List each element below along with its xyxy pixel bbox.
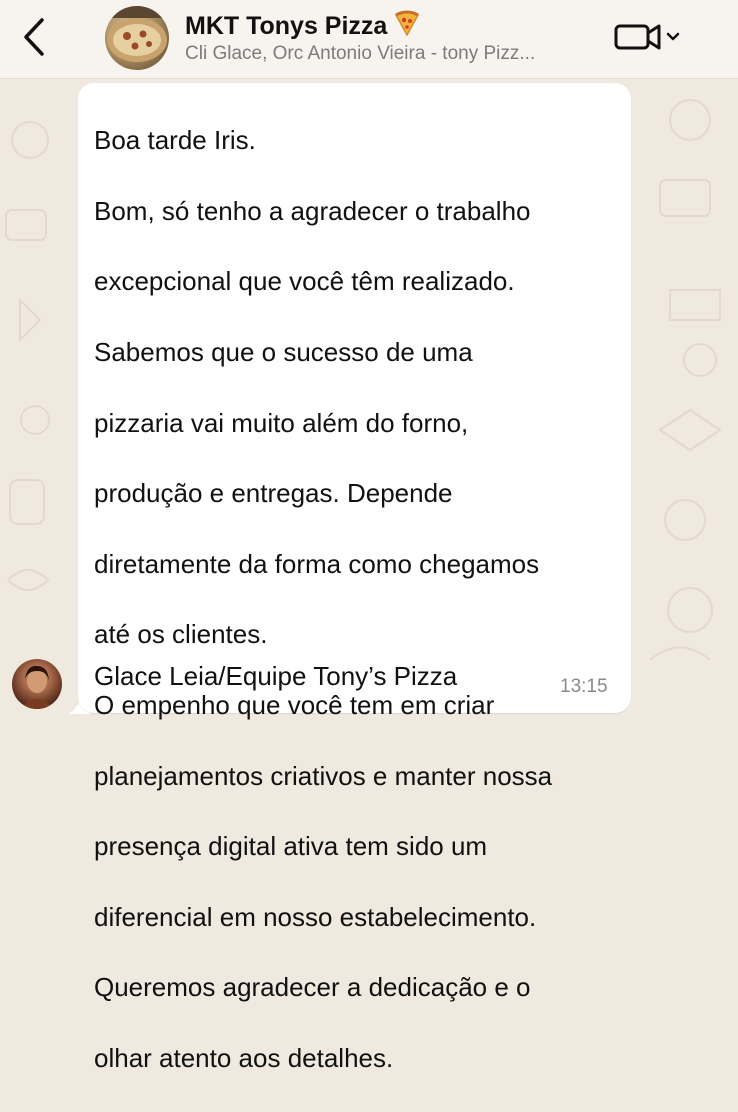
message-line: produção e entregas. Depende: [94, 478, 453, 509]
chevron-down-icon: [666, 32, 680, 41]
message-body: Boa tarde Iris. Bom, só tenho a agradece…: [94, 88, 624, 1112]
message-signature: Glace Leia/Equipe Tony’s Pizza: [94, 661, 458, 691]
message-line: Boa tarde Iris.: [94, 125, 256, 156]
message-line: planejamentos criativos e manter nossa: [94, 760, 553, 791]
message-line: até os clientes.: [94, 619, 268, 650]
pizza-photo-icon: [105, 6, 169, 62]
back-button[interactable]: [18, 14, 50, 60]
chevron-left-icon: [24, 18, 44, 56]
message-line: excepcional que você têm realizado.: [94, 266, 515, 297]
message-time: 13:15: [560, 676, 608, 697]
message-line: diretamente da forma como chegamos: [94, 548, 540, 579]
message-line: diferencial em nosso estabelecimento.: [94, 901, 537, 932]
message-line: Sabemos que o sucesso de uma: [94, 337, 473, 368]
participants-list[interactable]: Cli Glace, Orc Antonio Vieira - tony Piz…: [185, 43, 535, 65]
pizza-slice-icon: [395, 10, 420, 37]
message-line: olhar atento aos detalhes.: [94, 1043, 394, 1074]
message-line: presença digital ativa tem sido um: [94, 831, 488, 862]
group-avatar[interactable]: [105, 6, 169, 70]
message-line: pizzaria vai muito além do forno,: [94, 407, 469, 438]
video-camera-icon: [614, 24, 680, 50]
group-name: MKT Tonys Pizza: [185, 12, 388, 40]
message-line: Queremos agradecer a dedicação e o: [94, 972, 531, 1003]
sender-avatar[interactable]: [12, 659, 62, 709]
chat-header: MKT Tonys Pizza Cli Glace, Orc Antonio V…: [0, 0, 738, 79]
video-call-button[interactable]: [612, 18, 684, 56]
person-photo-icon: [20, 665, 54, 709]
chat-title[interactable]: MKT Tonys Pizza: [185, 9, 421, 41]
message-line: Bom, só tenho a agradecer o trabalho: [94, 195, 531, 226]
